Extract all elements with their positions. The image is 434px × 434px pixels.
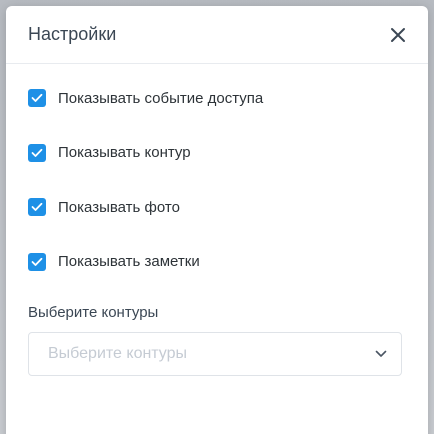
checkmark-icon: [31, 202, 43, 211]
checkbox-show-access-event[interactable]: [28, 89, 46, 107]
checkmark-icon: [31, 93, 43, 102]
option-label: Показывать фото: [58, 198, 180, 216]
close-icon: [391, 27, 405, 42]
option-show-photo[interactable]: Показывать фото: [28, 197, 404, 217]
contours-label: Выберите контуры: [28, 304, 159, 321]
option-show-notes[interactable]: Показывать заметки: [28, 252, 404, 272]
option-label: Показывать событие доступа: [58, 89, 264, 107]
checkmark-icon: [31, 257, 43, 266]
close-button[interactable]: [386, 23, 410, 47]
contours-select[interactable]: Выберите контуры: [28, 332, 402, 376]
settings-dialog: Настройки Показывать событие доступа Пок…: [6, 6, 428, 434]
contours-select-placeholder: Выберите контуры: [48, 345, 188, 362]
checkmark-icon: [31, 148, 43, 157]
checkbox-show-photo[interactable]: [28, 198, 46, 216]
dialog-header: Настройки: [6, 6, 428, 64]
option-label: Показывать заметки: [58, 253, 200, 270]
chevron-down-icon: [375, 350, 387, 357]
option-label: Показывать контур: [58, 144, 191, 161]
option-show-contour[interactable]: Показывать контур: [28, 143, 404, 163]
option-show-access-event[interactable]: Показывать событие доступа: [28, 88, 404, 108]
dialog-body: Показывать событие доступа Показывать ко…: [6, 64, 428, 376]
dialog-title: Настройки: [28, 24, 117, 44]
checkbox-show-contour[interactable]: [28, 143, 46, 162]
checkbox-show-notes[interactable]: [28, 252, 46, 271]
